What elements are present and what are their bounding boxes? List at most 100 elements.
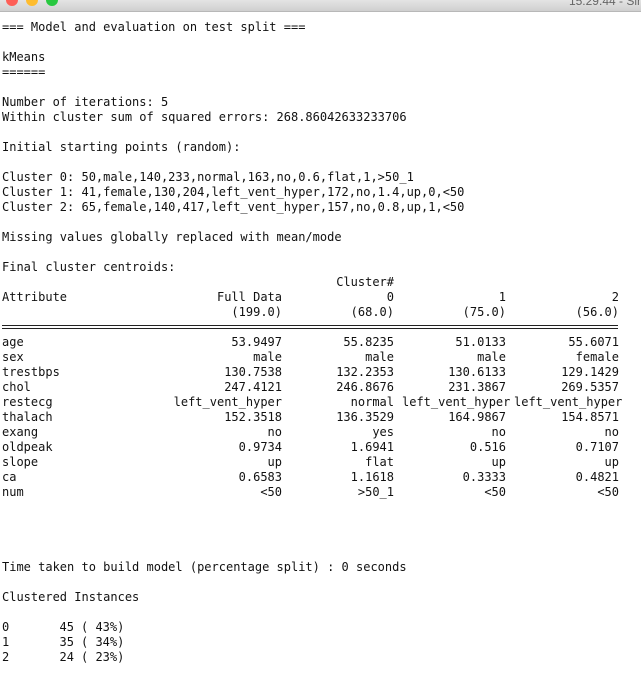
table-count-row: (199.0) (68.0) (75.0) (56.0): [2, 305, 641, 320]
cluster-0-value: 136.3529: [336, 410, 394, 424]
cluster-2-value: no: [604, 425, 619, 439]
full-data-value: 247.4121: [224, 380, 282, 394]
close-window-button[interactable]: [6, 0, 18, 6]
cluster-1-value: male: [477, 350, 506, 364]
centroid-table-body: age 53.9497 55.8235 51.0133 55.6071 sex male ma…: [2, 335, 641, 500]
zoom-window-button[interactable]: [46, 0, 58, 6]
full-data-header: Full Data: [216, 290, 282, 304]
instance-percent: ( 34%): [81, 635, 125, 649]
table-cluster-hash-row: Cluster#: [2, 275, 641, 290]
cluster-0-value: male: [365, 350, 394, 364]
cluster-1-value: 51.0133: [455, 335, 506, 349]
output-header: === Model and evaluation on test split =…: [2, 20, 306, 34]
cluster-1-value: 0.516: [469, 440, 506, 454]
full-data-value: 152.3518: [224, 410, 282, 424]
cluster-2-value: 0.7107: [575, 440, 619, 454]
table-row: ca 0.6583 1.1618 0.3333 0.4821: [2, 470, 641, 485]
table-row: num <50 >50_1 <50 <50: [2, 485, 641, 500]
attribute-name: slope: [2, 455, 39, 469]
initial-points-heading: Initial starting points (random):: [2, 140, 241, 154]
table-row: exang no yes no no: [2, 425, 641, 440]
full-data-value: 53.9497: [231, 335, 282, 349]
missing-values-line: Missing values globally replaced with me…: [2, 230, 342, 244]
cluster-0-value: 55.8235: [343, 335, 394, 349]
attribute-name: chol: [2, 380, 31, 394]
table-row: oldpeak 0.9734 1.6941 0.516 0.7107: [2, 440, 641, 455]
attribute-name: sex: [2, 350, 24, 364]
centroids-heading: Final cluster centroids:: [2, 260, 176, 274]
full-data-value: male: [253, 350, 282, 364]
cluster-2-value: 154.8571: [561, 410, 619, 424]
cluster-number: 1: [2, 635, 10, 649]
table-row: sex male male male female: [2, 350, 641, 365]
attribute-name: trestbps: [2, 365, 60, 379]
attribute-name: num: [2, 485, 24, 499]
table-header-row: Attribute Full Data 0 1 2: [2, 290, 641, 305]
attribute-name: exang: [2, 425, 39, 439]
instance-percent: ( 43%): [81, 620, 125, 634]
table-row: chol 247.4121 246.8676 231.3867 269.5357: [2, 380, 641, 395]
cluster-1-value: up: [491, 455, 506, 469]
cluster-2-value: 55.6071: [568, 335, 619, 349]
cluster-number: 2: [2, 650, 10, 664]
full-data-value: left_vent_hyper: [173, 395, 282, 409]
cluster-2-value: 129.1429: [561, 365, 619, 379]
clustered-instances-heading: Clustered Instances: [2, 590, 140, 604]
clustered-instance-row: 1 35 ( 34%): [2, 635, 641, 650]
full-data-value: up: [267, 455, 282, 469]
time-taken-line: Time taken to build model (percentage sp…: [2, 560, 407, 574]
table-row: trestbps 130.7538 132.2353 130.6133 129.1429: [2, 365, 641, 380]
cluster-count: (75.0): [462, 305, 506, 319]
cluster-0-value: 132.2353: [336, 365, 394, 379]
full-data-value: no: [267, 425, 282, 439]
clustered-instance-row: 2 24 ( 23%): [2, 650, 641, 665]
cluster-1-value: 130.6133: [448, 365, 506, 379]
cluster-id-header: 1: [498, 290, 506, 304]
output-console[interactable]: === Model and evaluation on test split =…: [2, 20, 641, 665]
cluster-2-value: up: [604, 455, 619, 469]
table-row: age 53.9497 55.8235 51.0133 55.6071: [2, 335, 641, 350]
cluster-1-value: 164.9867: [448, 410, 506, 424]
attribute-name: thalach: [2, 410, 53, 424]
instance-percent: ( 23%): [81, 650, 125, 664]
cluster-1-value: 0.3333: [462, 470, 506, 484]
table-row: slope up flat up up: [2, 455, 641, 470]
initial-point-line: Cluster 2: 65,female,140,417,left_vent_h…: [2, 200, 465, 214]
cluster-1-value: 231.3867: [448, 380, 506, 394]
cluster-number: 0: [2, 620, 10, 634]
cluster-0-value: 246.8676: [336, 380, 394, 394]
cluster-1-value: left_vent_hyper: [402, 395, 511, 409]
full-data-count: (199.0): [231, 305, 282, 319]
clustered-instance-row: 0 45 ( 43%): [2, 620, 641, 635]
cluster-2-value: female: [575, 350, 619, 364]
attribute-name: age: [2, 335, 24, 349]
cluster-0-value: 1.6941: [350, 440, 394, 454]
attribute-header: Attribute: [2, 290, 68, 304]
table-divider: [2, 320, 641, 335]
attribute-name: oldpeak: [2, 440, 53, 454]
full-data-value: 0.6583: [238, 470, 282, 484]
instance-count: 24: [59, 650, 74, 664]
cluster-2-value: 0.4821: [575, 470, 619, 484]
cluster-1-value: <50: [484, 485, 506, 499]
window-titlebar: 15:29:44 - Sir: [0, 0, 641, 12]
cluster-id-header: 0: [386, 290, 394, 304]
cluster-count: (68.0): [350, 305, 394, 319]
attribute-name: ca: [2, 470, 17, 484]
cluster-1-value: no: [491, 425, 506, 439]
cluster-2-value: <50: [597, 485, 619, 499]
table-row: restecg left_vent_hyper normal left_vent_hy…: [2, 395, 641, 410]
clustered-instances-list: 0 45 ( 43%) 1 35 ( 34%) 2 24 ( 23%): [2, 620, 641, 665]
minimize-window-button[interactable]: [26, 0, 38, 6]
cluster-0-value: flat: [365, 455, 394, 469]
cluster-2-value: 269.5357: [561, 380, 619, 394]
